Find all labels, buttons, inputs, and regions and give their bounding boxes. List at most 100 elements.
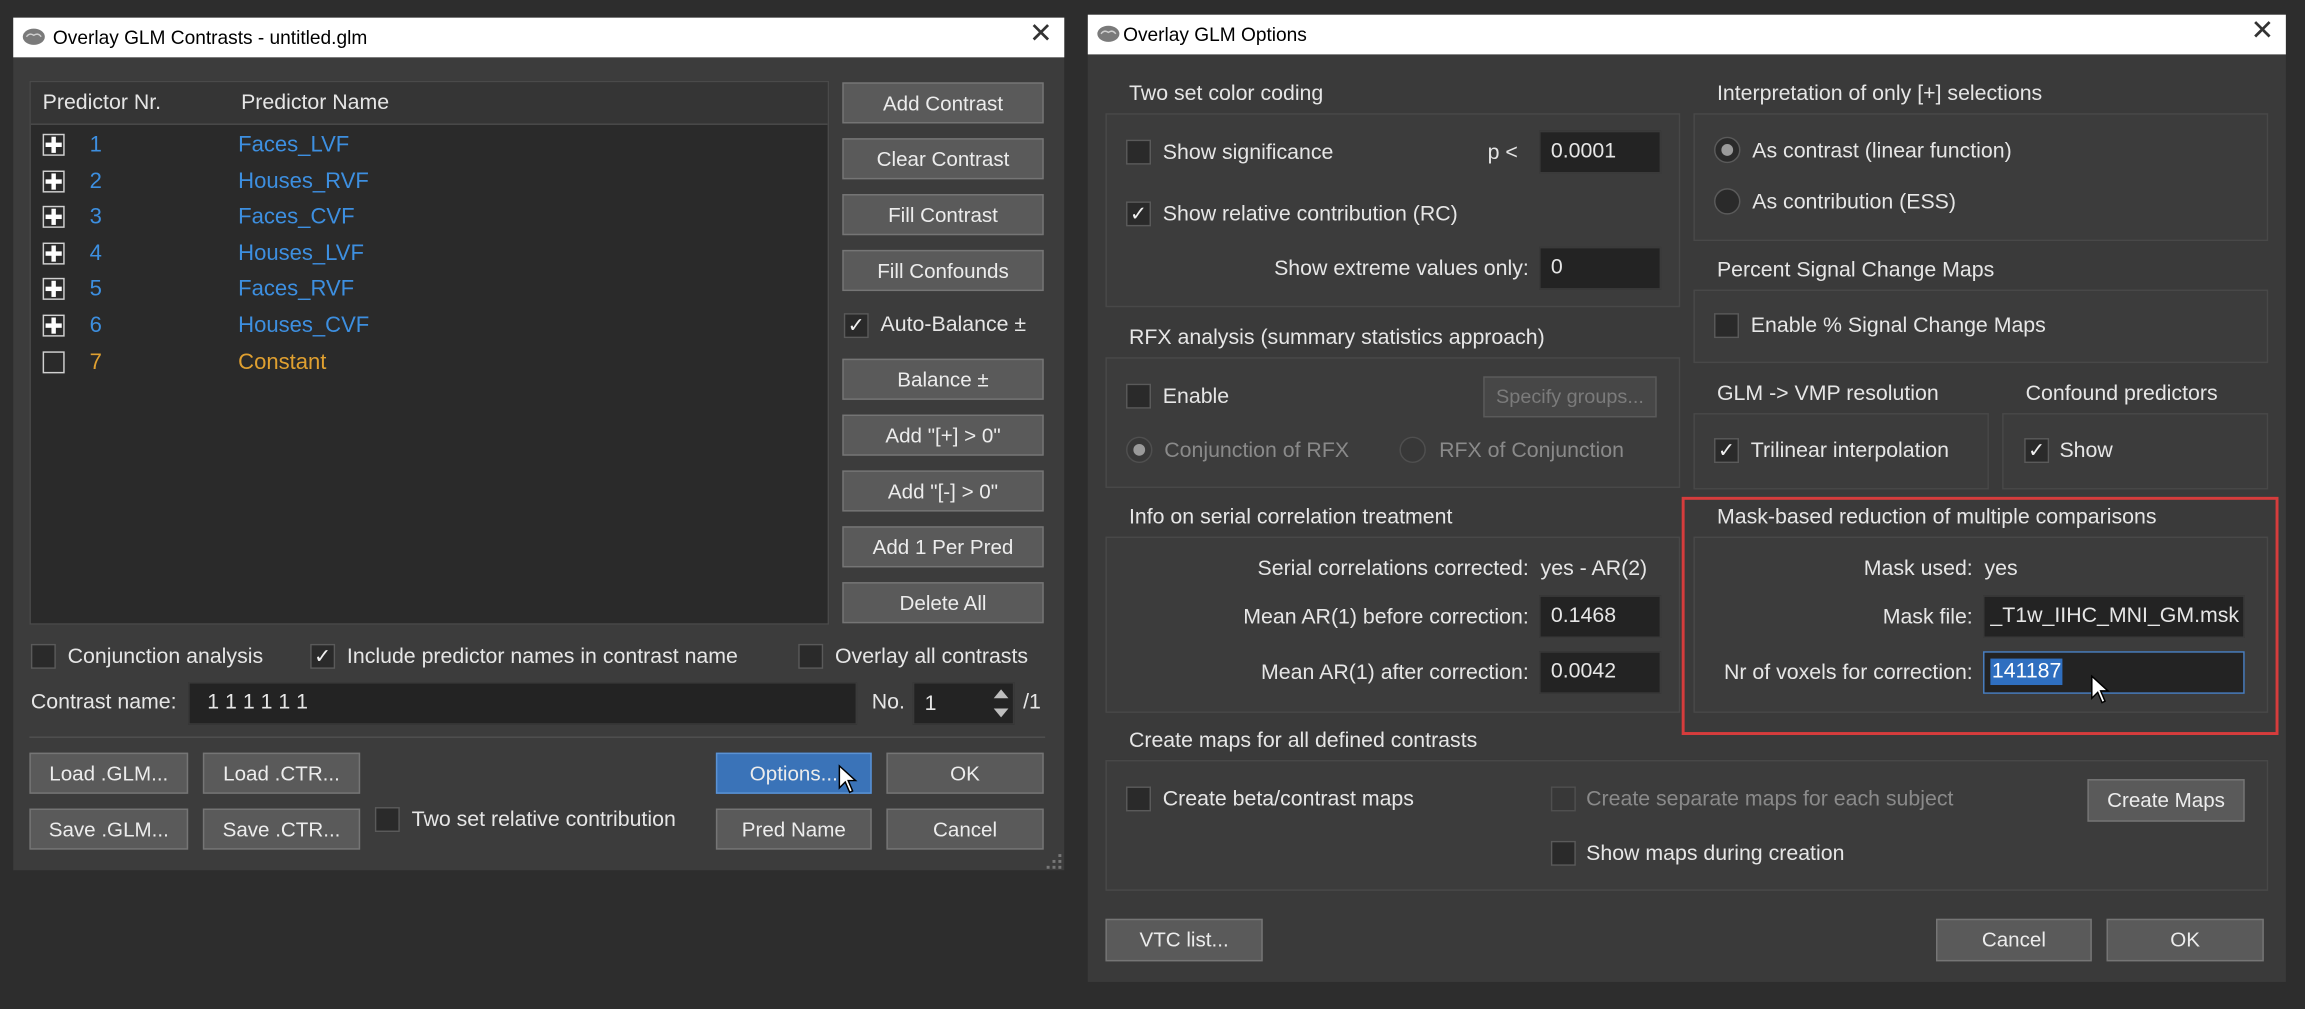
separator <box>29 736 1046 738</box>
mask-file-label: Mask file: <box>1882 605 1973 630</box>
pred-name-button[interactable]: Pred Name <box>715 808 872 850</box>
show-maps-during-creation-checkbox[interactable] <box>1550 840 1576 866</box>
specify-groups-button[interactable]: Specify groups... <box>1483 376 1657 418</box>
clear-contrast-button[interactable]: Clear Contrast <box>842 138 1044 180</box>
create-separate-maps-checkbox[interactable] <box>1550 786 1576 812</box>
mask-used-label: Mask used: <box>1863 557 1973 581</box>
ar-after-label: Mean AR(1) after correction: <box>1261 661 1529 686</box>
rfx-analysis-heading: RFX analysis (summary statistics approac… <box>1128 326 1545 350</box>
serial-corrected-value: yes - AR(2) <box>1540 557 1648 581</box>
predictor-number: 2 <box>89 168 102 194</box>
enable-psc-maps-checkbox[interactable] <box>1714 313 1740 339</box>
rfx-of-conjunction-label: RFX of Conjunction <box>1439 439 1624 464</box>
table-row[interactable]: 3 Faces_CVF <box>31 205 825 237</box>
spin-down-icon[interactable] <box>991 706 1012 722</box>
plus-sign-icon[interactable] <box>42 169 65 192</box>
extreme-values-label: Show extreme values only: <box>1274 257 1529 281</box>
table-header: Predictor Nr. Predictor Name <box>30 82 828 125</box>
mask-file-field[interactable]: _T1w_IIHC_MNI_GM.msk <box>1983 595 2245 638</box>
resize-grip-icon[interactable] <box>1042 850 1063 871</box>
save-ctr-button[interactable]: Save .CTR... <box>202 808 361 850</box>
create-beta-maps-checkbox[interactable] <box>1126 786 1152 812</box>
plus-sign-icon[interactable] <box>42 242 65 265</box>
show-relative-contribution-checkbox[interactable]: ✓ <box>1126 201 1152 227</box>
mouse-cursor-icon <box>838 764 858 794</box>
balance-button[interactable]: Balance ± <box>842 358 1044 400</box>
p-threshold-field[interactable]: 0.0001 <box>1539 130 1662 174</box>
save-glm-button[interactable]: Save .GLM... <box>29 808 189 850</box>
add-minus-contrast-button[interactable]: Add "[-] > 0" <box>842 470 1044 512</box>
load-ctr-button[interactable]: Load .CTR... <box>202 752 361 794</box>
ok-button[interactable]: OK <box>886 752 1044 794</box>
mask-used-value: yes <box>1984 557 2018 581</box>
predictor-table: Predictor Nr. Predictor Name 1 Faces_LVF 2… <box>29 80 830 625</box>
plus-sign-icon[interactable] <box>42 314 65 337</box>
fill-confounds-button[interactable]: Fill Confounds <box>842 249 1044 292</box>
serial-correlation-heading: Info on serial correlation treatment <box>1128 505 1453 530</box>
vmp-resolution-heading: GLM -> VMP resolution <box>1716 382 1939 406</box>
confound-predictors-heading: Confound predictors <box>2025 382 2218 406</box>
two-set-relative-contribution-checkbox[interactable] <box>374 807 400 833</box>
show-significance-label: Show significance <box>1162 141 1334 165</box>
rfx-of-conjunction-radio[interactable] <box>1399 436 1426 464</box>
contrast-name-label: Contrast name: <box>30 690 177 715</box>
fill-contrast-button[interactable]: Fill Contrast <box>842 194 1044 236</box>
nr-voxels-value: 141187 <box>1990 658 2063 686</box>
contrast-number-value: 1 <box>924 692 937 716</box>
contrast-name-field[interactable]: 1 1 1 1 1 1 <box>188 682 858 725</box>
enable-psc-maps-label: Enable % Signal Change Maps <box>1750 314 2046 339</box>
overlay-all-contrasts-checkbox[interactable] <box>798 643 824 669</box>
create-maps-button[interactable]: Create Maps <box>2087 779 2245 822</box>
contrast-number-spinbox[interactable]: 1 <box>912 682 1015 725</box>
vtc-list-button[interactable]: VTC list... <box>1105 918 1263 962</box>
conjunction-of-rfx-radio[interactable] <box>1126 436 1153 464</box>
add-plus-contrast-button[interactable]: Add "[+] > 0" <box>842 414 1044 456</box>
contrast-total-label: /1 <box>1023 690 1041 715</box>
ar-before-field: 0.1468 <box>1539 595 1662 638</box>
ar-after-field: 0.0042 <box>1539 651 1662 694</box>
table-row[interactable]: 7 Constant <box>31 349 825 381</box>
predictor-name: Houses_LVF <box>238 240 364 266</box>
auto-balance-label: Auto-Balance ± <box>880 313 1027 337</box>
load-glm-button[interactable]: Load .GLM... <box>29 752 189 794</box>
predictor-name: Faces_LVF <box>238 132 350 158</box>
title-bar: Overlay GLM Options ✕ <box>1087 14 2286 55</box>
options-cancel-button[interactable]: Cancel <box>1935 918 2092 962</box>
brain-icon <box>22 28 45 45</box>
cancel-button[interactable]: Cancel <box>886 808 1044 850</box>
create-separate-maps-label: Create separate maps for each subject <box>1586 787 1954 812</box>
delete-all-button[interactable]: Delete All <box>842 582 1044 624</box>
as-contrast-radio[interactable] <box>1714 136 1741 164</box>
table-row[interactable]: 2 Houses_RVF <box>31 168 825 200</box>
rfx-enable-checkbox[interactable] <box>1126 383 1152 409</box>
psc-maps-heading: Percent Signal Change Maps <box>1716 258 1995 283</box>
close-icon[interactable]: ✕ <box>1029 20 1052 50</box>
table-row[interactable]: 4 Houses_LVF <box>31 241 825 273</box>
as-contribution-radio[interactable] <box>1714 188 1741 215</box>
add-one-per-pred-button[interactable]: Add 1 Per Pred <box>842 526 1044 568</box>
options-ok-button[interactable]: OK <box>2106 918 2264 962</box>
predictor-name: Faces_CVF <box>238 204 355 230</box>
conjunction-analysis-checkbox[interactable] <box>30 643 56 669</box>
trilinear-interpolation-label: Trilinear interpolation <box>1750 439 1950 464</box>
as-contrast-label: As contrast (linear function) <box>1752 139 2012 164</box>
table-row[interactable]: 6 Houses_CVF <box>31 313 825 345</box>
title-bar: Overlay GLM Contrasts - untitled.glm ✕ <box>13 17 1065 58</box>
add-contrast-button[interactable]: Add Contrast <box>842 82 1044 124</box>
extreme-values-field[interactable]: 0 <box>1539 246 1662 290</box>
show-confounds-checkbox[interactable]: ✓ <box>2024 438 2050 464</box>
nr-voxels-field[interactable]: 141187 <box>1983 651 2245 694</box>
trilinear-interpolation-checkbox[interactable]: ✓ <box>1714 438 1740 464</box>
plus-sign-icon[interactable] <box>42 206 65 229</box>
rfx-enable-label: Enable <box>1162 385 1230 409</box>
table-row[interactable]: 5 Faces_RVF <box>31 277 825 309</box>
table-row[interactable]: 1 Faces_LVF <box>31 132 825 164</box>
plus-sign-icon[interactable] <box>42 278 65 301</box>
include-predictor-names-checkbox[interactable]: ✓ <box>310 643 336 669</box>
close-icon[interactable]: ✕ <box>2251 17 2274 47</box>
show-significance-checkbox[interactable] <box>1126 139 1152 165</box>
plus-sign-icon[interactable] <box>42 133 65 156</box>
empty-box-icon[interactable] <box>42 350 65 373</box>
spin-up-icon[interactable] <box>991 686 1012 702</box>
auto-balance-checkbox[interactable]: ✓ <box>843 313 869 339</box>
